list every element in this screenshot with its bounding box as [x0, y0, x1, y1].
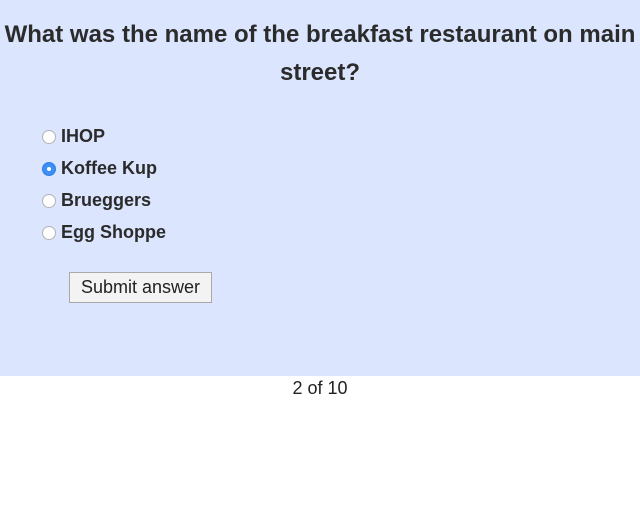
option-label[interactable]: Brueggers — [61, 190, 151, 211]
option-label[interactable]: Egg Shoppe — [61, 222, 166, 243]
radio-button[interactable] — [42, 194, 56, 208]
radio-button[interactable] — [42, 130, 56, 144]
answer-options: IHOP Koffee Kup Brueggers Egg Shoppe — [42, 120, 166, 248]
option-label[interactable]: Koffee Kup — [61, 158, 157, 179]
option-label[interactable]: IHOP — [61, 126, 105, 147]
option-egg-shoppe[interactable]: Egg Shoppe — [42, 216, 166, 248]
question-text: What was the name of the breakfast resta… — [4, 21, 636, 86]
option-ihop[interactable]: IHOP — [42, 120, 166, 152]
quiz-panel: What was the name of the breakfast resta… — [0, 0, 640, 376]
option-brueggers[interactable]: Brueggers — [42, 184, 166, 216]
option-koffee-kup[interactable]: Koffee Kup — [42, 152, 166, 184]
submit-answer-button[interactable]: Submit answer — [69, 272, 212, 303]
radio-button-selected[interactable] — [42, 162, 56, 176]
question-progress: 2 of 10 — [292, 378, 348, 398]
radio-button[interactable] — [42, 226, 56, 240]
